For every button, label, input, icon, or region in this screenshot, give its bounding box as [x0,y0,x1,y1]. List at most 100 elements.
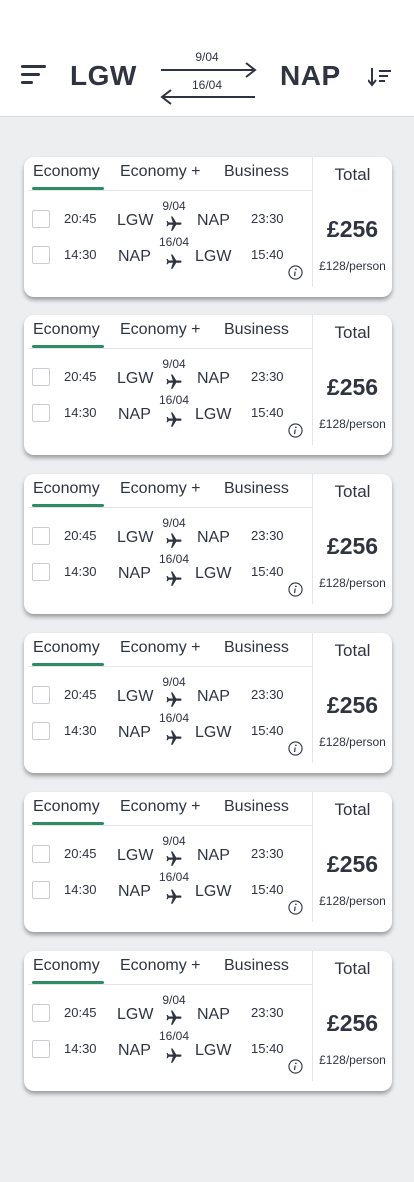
outbound-checkbox[interactable] [32,1004,50,1022]
tab-economy[interactable]: Economy [33,798,100,816]
tab-business[interactable]: Business [224,480,289,498]
outbound-date: 9/04 [162,993,186,1007]
price-per-person: £128/person [319,894,386,908]
info-icon[interactable] [288,1059,303,1074]
total-label: Total [334,323,371,342]
tab-economy[interactable]: Economy [33,957,100,975]
arrow-right-icon [161,62,257,78]
outbound-from-code: LGW [117,370,154,387]
outbound-from-code: LGW [117,688,154,705]
destination-airport[interactable]: NAP [280,60,341,92]
info-icon[interactable] [288,423,303,438]
flight-card[interactable]: Economy Economy + Business 20:45 LGW 9/0… [24,951,392,1091]
outbound-date: 9/04 [162,199,186,213]
airplane-icon [166,216,182,231]
flight-card[interactable]: Economy Economy + Business 20:45 LGW 9/0… [24,315,392,455]
inbound-arrive-time: 15:40 [251,247,284,262]
outbound-depart-time: 20:45 [64,528,97,543]
outbound-depart-time: 20:45 [64,1005,97,1020]
outbound-depart-time: 20:45 [64,687,97,702]
flight-card[interactable]: Economy Economy + Business 20:45 LGW 9/0… [24,633,392,773]
tab-economy[interactable]: Economy [33,321,100,339]
tab-divider [28,507,312,508]
total-label: Total [334,482,371,501]
outbound-checkbox[interactable] [32,527,50,545]
inbound-checkbox[interactable] [32,881,50,899]
total-price: £256 [326,374,379,400]
total-label: Total [334,800,371,819]
airplane-icon [166,571,182,586]
outbound-from-code: LGW [117,1006,154,1023]
price-per-person: £128/person [319,576,386,590]
price-per-person: £128/person [319,259,386,273]
info-icon[interactable] [288,265,303,280]
airplane-icon [166,692,182,707]
total-label: Total [334,641,371,660]
inbound-checkbox[interactable] [32,1040,50,1058]
tab-business[interactable]: Business [224,639,289,657]
inbound-to-code: LGW [195,1042,232,1059]
inbound-to-code: LGW [195,724,232,741]
inbound-depart-time: 14:30 [64,405,97,420]
outbound-to-code: NAP [197,688,230,705]
inbound-from-code: NAP [118,565,151,582]
flight-card[interactable]: Economy Economy + Business 20:45 LGW 9/0… [24,157,392,297]
outbound-arrive-time: 23:30 [251,846,284,861]
airplane-icon [166,374,182,389]
tab-economy[interactable]: Economy [33,163,100,181]
outbound-date: 9/04 [162,357,186,371]
price-per-person: £128/person [319,1053,386,1067]
tab-economy[interactable]: Economy [33,480,100,498]
price-per-person: £128/person [319,417,386,431]
outbound-checkbox[interactable] [32,845,50,863]
outbound-arrive-time: 23:30 [251,687,284,702]
outbound-checkbox[interactable] [32,210,50,228]
tab-business[interactable]: Business [224,321,289,339]
tab-economy[interactable]: Economy [33,639,100,657]
info-icon[interactable] [288,741,303,756]
tab-economy-plus[interactable]: Economy + [120,321,200,339]
flight-card[interactable]: Economy Economy + Business 20:45 LGW 9/0… [24,474,392,614]
inbound-checkbox[interactable] [32,404,50,422]
outbound-from-code: LGW [117,529,154,546]
flight-card[interactable]: Economy Economy + Business 20:45 LGW 9/0… [24,792,392,932]
tab-economy-plus[interactable]: Economy + [120,798,200,816]
outbound-to-code: NAP [197,212,230,229]
inbound-arrive-time: 15:40 [251,1041,284,1056]
outbound-date: 9/04 [162,675,186,689]
top-bar: LGW 9/04 16/04 NAP [0,0,414,117]
inbound-from-code: NAP [118,1042,151,1059]
total-price: £256 [326,216,379,242]
inbound-from-code: NAP [118,406,151,423]
tab-economy-plus[interactable]: Economy + [120,163,200,181]
inbound-arrive-time: 15:40 [251,882,284,897]
tab-economy-plus[interactable]: Economy + [120,639,200,657]
outbound-from-code: LGW [117,212,154,229]
outbound-arrive-time: 23:30 [251,1005,284,1020]
airplane-icon [166,533,182,548]
tab-business[interactable]: Business [224,163,289,181]
info-icon[interactable] [288,900,303,915]
inbound-from-code: NAP [118,883,151,900]
inbound-checkbox[interactable] [32,722,50,740]
inbound-date: 16/04 [158,870,190,884]
tab-business[interactable]: Business [224,798,289,816]
inbound-to-code: LGW [195,883,232,900]
inbound-arrive-time: 15:40 [251,405,284,420]
return-date: 16/04 [191,78,223,92]
outbound-checkbox[interactable] [32,368,50,386]
tab-business[interactable]: Business [224,957,289,975]
tab-economy-plus[interactable]: Economy + [120,957,200,975]
inbound-checkbox[interactable] [32,246,50,264]
outbound-checkbox[interactable] [32,686,50,704]
inbound-from-code: NAP [118,248,151,265]
info-icon[interactable] [288,582,303,597]
hamburger-menu-icon[interactable] [21,65,47,87]
sort-descending-icon[interactable] [368,67,392,87]
origin-airport[interactable]: LGW [70,60,137,92]
tab-economy-plus[interactable]: Economy + [120,480,200,498]
outbound-depart-time: 20:45 [64,369,97,384]
airplane-icon [166,1010,182,1025]
inbound-checkbox[interactable] [32,563,50,581]
airplane-icon [166,254,182,269]
